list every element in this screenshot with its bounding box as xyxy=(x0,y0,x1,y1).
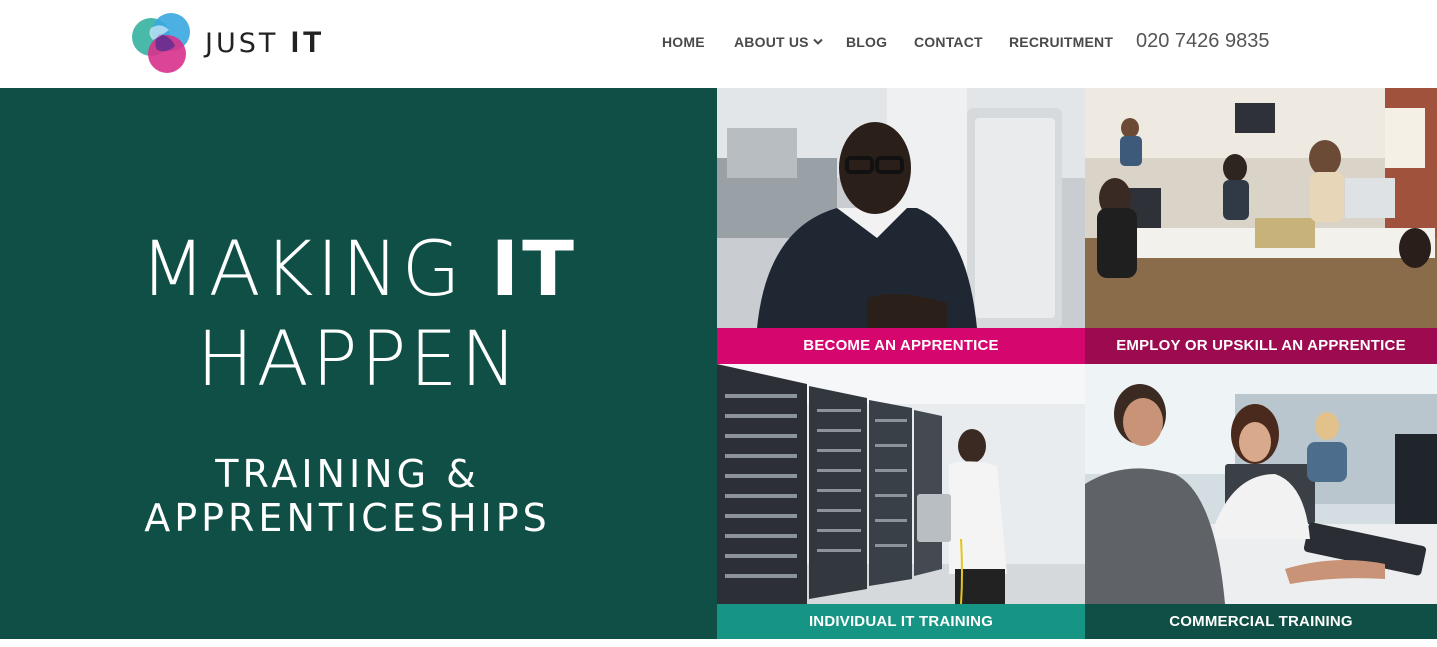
tile-become-an-apprentice[interactable]: BECOME AN APPRENTICE xyxy=(717,88,1085,364)
hero-title-light: MAKING xyxy=(140,224,491,313)
nav-item-about-us-label: ABOUT US xyxy=(734,34,809,50)
hero-subtitle-line-1: TRAINING & xyxy=(215,452,480,496)
nav-item-contact[interactable]: CONTACT xyxy=(914,34,983,50)
tile-employ-or-upskill[interactable]: EMPLOY OR UPSKILL AN APPRENTICE xyxy=(1085,88,1437,364)
hero-panel: MAKING IT HAPPEN TRAINING & APPRENTICESH… xyxy=(0,88,717,639)
tile-label: EMPLOY OR UPSKILL AN APPRENTICE xyxy=(1085,328,1437,364)
hero-subtitle-line-2: APPRENTICESHIPS xyxy=(144,496,551,540)
tile-label: COMMERCIAL TRAINING xyxy=(1085,604,1437,639)
nav-item-recruitment[interactable]: RECRUITMENT xyxy=(1009,34,1113,50)
logo-mark-icon xyxy=(132,13,190,73)
phone-number[interactable]: 020 7426 9835 xyxy=(1136,30,1269,53)
students-photo xyxy=(1085,364,1437,604)
hero-title-bold: IT xyxy=(490,224,577,313)
nav-item-home[interactable]: HOME xyxy=(662,34,705,50)
hero-title-line-1: MAKING IT xyxy=(0,226,717,312)
logo-wordmark: JUST IT xyxy=(205,26,325,60)
apprentice-photo xyxy=(717,88,1085,328)
nav-item-blog[interactable]: BLOG xyxy=(846,34,887,50)
logo-wordmark-light: JUST xyxy=(205,28,279,59)
tile-label: INDIVIDUAL IT TRAINING xyxy=(717,604,1085,639)
hero-title-line-2: HAPPEN xyxy=(196,314,521,403)
nav-item-about-us[interactable]: ABOUT US xyxy=(734,34,823,50)
logo-wordmark-bold: IT xyxy=(290,26,326,59)
site-header: JUST IT HOME ABOUT US BLOG CONTACT RECRU… xyxy=(0,0,1437,88)
server-room-photo xyxy=(717,364,1085,604)
office-photo xyxy=(1085,88,1437,328)
logo-link[interactable]: JUST IT xyxy=(131,12,341,74)
tile-label: BECOME AN APPRENTICE xyxy=(717,328,1085,364)
tile-individual-it-training[interactable]: INDIVIDUAL IT TRAINING xyxy=(717,364,1085,639)
chevron-down-icon xyxy=(813,38,823,45)
tile-commercial-training[interactable]: COMMERCIAL TRAINING xyxy=(1085,364,1437,639)
